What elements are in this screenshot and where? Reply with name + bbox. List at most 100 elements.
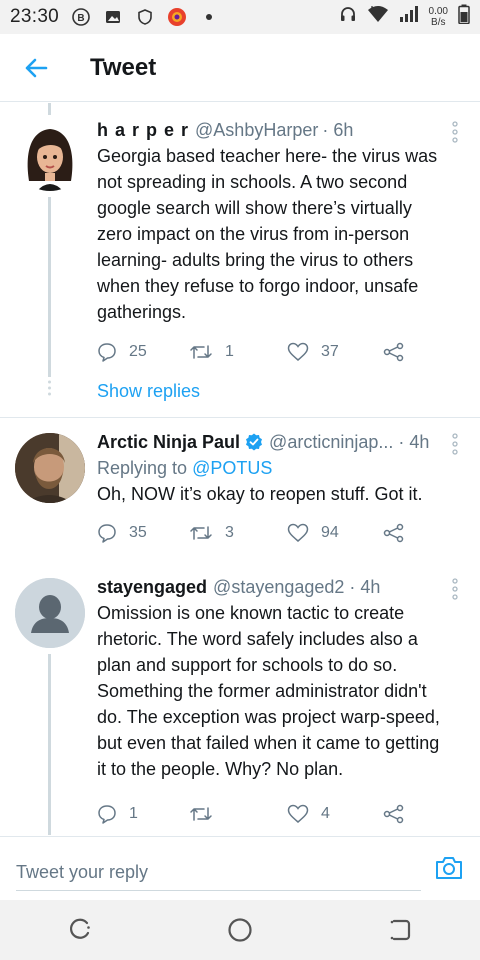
- tweet-text: Omission is one known tactic to create r…: [97, 603, 440, 779]
- heart-icon: [287, 523, 309, 542]
- like-button[interactable]: 37: [287, 342, 383, 362]
- author-handle[interactable]: @stayengaged2: [213, 574, 344, 600]
- headphones-icon: [339, 5, 357, 28]
- recent-apps-icon: [69, 918, 90, 939]
- tweet-card[interactable]: h a r p e r @AshbyHarper · 6h Georgia ba…: [0, 117, 480, 417]
- like-count: 94: [321, 524, 339, 541]
- tweet-actions: 25 1 37: [97, 337, 450, 367]
- net-speed-value: 0.00: [428, 5, 448, 17]
- heart-icon: [287, 342, 309, 361]
- retweet-icon: [190, 807, 212, 821]
- image-icon: [103, 7, 123, 27]
- share-button[interactable]: [383, 523, 405, 543]
- show-replies-link[interactable]: Show replies: [97, 381, 450, 402]
- home-circle-icon: [228, 918, 252, 942]
- tweet-card[interactable]: Arctic Ninja Paul @arcticninjap... · 4h …: [0, 429, 480, 557]
- reply-button[interactable]: 1: [97, 804, 189, 824]
- tweet-text: Georgia based teacher here- the virus wa…: [97, 146, 438, 322]
- reply-count: 1: [129, 805, 138, 822]
- author-handle[interactable]: @arcticninjap...: [269, 429, 393, 455]
- recent-apps-button[interactable]: [60, 910, 100, 950]
- svg-text:B: B: [77, 13, 84, 24]
- thread-line: [48, 103, 51, 115]
- reply-icon: [98, 524, 116, 543]
- retweet-icon: [190, 345, 212, 359]
- avatar[interactable]: [15, 433, 85, 503]
- author-handle[interactable]: @AshbyHarper: [195, 117, 318, 143]
- thread-dots: [48, 380, 51, 396]
- replying-to: Replying to @POTUS: [97, 455, 450, 481]
- more-options-icon[interactable]: [450, 578, 460, 600]
- reply-count: 35: [129, 524, 147, 541]
- like-count: 4: [321, 805, 330, 822]
- retweet-count: 1: [225, 343, 234, 360]
- avatar[interactable]: [15, 121, 85, 191]
- app-bar: Tweet: [0, 34, 480, 102]
- notification-dot-icon: [199, 7, 219, 27]
- retweet-button[interactable]: [189, 804, 287, 824]
- tweet-header: h a r p e r @AshbyHarper · 6h: [97, 117, 450, 143]
- retweet-icon: [190, 526, 212, 540]
- reply-button[interactable]: 25: [97, 342, 189, 362]
- reply-count: 25: [129, 343, 147, 360]
- default-avatar-icon: [15, 578, 85, 648]
- retweet-button[interactable]: 1: [189, 342, 287, 362]
- back-nav-icon: [390, 919, 411, 941]
- retweet-count: 3: [225, 524, 234, 541]
- author-name[interactable]: Arctic Ninja Paul: [97, 429, 240, 455]
- like-count: 37: [321, 343, 339, 360]
- tweet-header: stayengaged @stayengaged2 · 4h: [97, 574, 450, 600]
- page-title: Tweet: [90, 53, 157, 81]
- tweet-actions: 1 4: [97, 799, 450, 829]
- system-nav-bar: [0, 900, 480, 960]
- home-button[interactable]: [220, 910, 260, 950]
- reply-bar: [0, 836, 480, 900]
- more-options-icon[interactable]: [450, 121, 460, 143]
- like-button[interactable]: 94: [287, 523, 383, 543]
- tweet-actions: 35 3 94: [97, 518, 450, 548]
- battery-icon: [458, 4, 470, 29]
- reply-input[interactable]: [16, 855, 421, 891]
- verified-badge-icon: [246, 433, 263, 451]
- shield-icon: [135, 7, 155, 27]
- avatar[interactable]: [15, 578, 85, 648]
- signal-icon: [399, 5, 419, 28]
- tweet-time: · 4h: [349, 577, 381, 597]
- reply-icon: [98, 805, 116, 824]
- share-icon: [383, 523, 404, 543]
- author-name[interactable]: h a r p e r: [97, 117, 189, 143]
- reply-icon: [98, 343, 116, 362]
- replying-to-mention[interactable]: @POTUS: [192, 458, 272, 478]
- replying-to-label: Replying to: [97, 458, 193, 478]
- reply-button[interactable]: 35: [97, 523, 189, 543]
- share-button[interactable]: [383, 342, 405, 362]
- camera-icon: [436, 857, 462, 879]
- share-button[interactable]: [383, 804, 405, 824]
- net-speed-unit: B/s: [431, 16, 446, 28]
- share-icon: [383, 804, 404, 824]
- tweet-time: · 4h: [398, 432, 430, 452]
- share-icon: [383, 342, 404, 362]
- tweet-header: Arctic Ninja Paul @arcticninjap... · 4h: [97, 429, 450, 455]
- back-nav-button[interactable]: [380, 910, 420, 950]
- b-app-icon: B: [71, 7, 91, 27]
- retweet-button[interactable]: 3: [189, 523, 287, 543]
- app-badge-icon: [167, 7, 187, 27]
- divider: [0, 417, 480, 418]
- thread-line: [48, 197, 51, 377]
- back-button[interactable]: [16, 48, 56, 88]
- tweet-text: Oh, NOW it’s okay to reopen stuff. Got i…: [97, 484, 423, 504]
- tweet-card[interactable]: stayengaged @stayengaged2 · 4h Omission …: [0, 574, 480, 835]
- tweet-time: · 6h: [322, 120, 354, 140]
- wifi-icon: [367, 5, 389, 28]
- heart-icon: [287, 804, 309, 823]
- author-name[interactable]: stayengaged: [97, 574, 207, 600]
- more-options-icon[interactable]: [450, 433, 460, 455]
- like-button[interactable]: 4: [287, 804, 383, 824]
- back-arrow-icon: [25, 58, 48, 77]
- status-time: 23:30: [10, 6, 60, 27]
- status-bar: 23:30 B 0.00 B/s: [0, 0, 480, 34]
- thread-line: [48, 654, 51, 835]
- camera-button[interactable]: [434, 853, 464, 883]
- net-speed: 0.00 B/s: [429, 6, 448, 28]
